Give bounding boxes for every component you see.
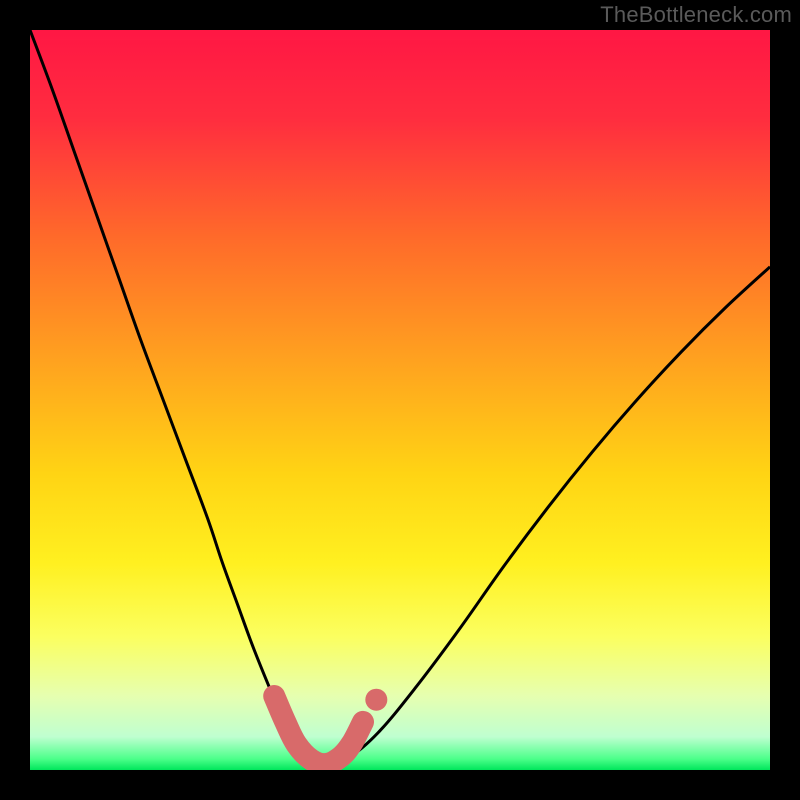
gradient-background bbox=[30, 30, 770, 770]
watermark-text: TheBottleneck.com bbox=[600, 2, 792, 28]
chart-frame: TheBottleneck.com bbox=[0, 0, 800, 800]
bottleneck-chart bbox=[0, 0, 800, 800]
optimal-range-dot bbox=[365, 689, 387, 711]
